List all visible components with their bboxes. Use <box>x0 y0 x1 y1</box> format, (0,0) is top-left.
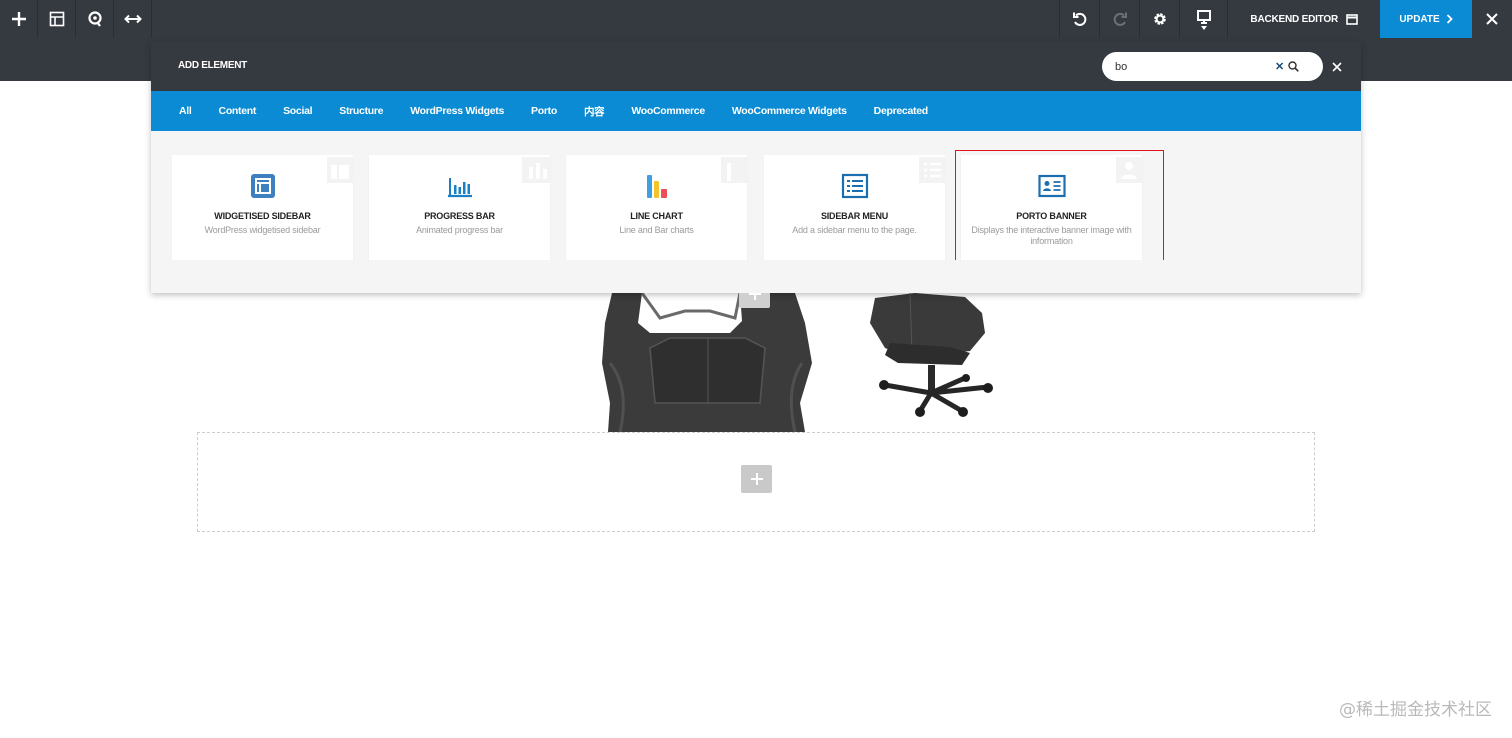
settings-button[interactable] <box>1139 0 1179 38</box>
element-card-title: SIDEBAR MENU <box>820 211 889 221</box>
desktop-icon <box>1196 9 1211 24</box>
element-card-description: Displays the interactive banner image wi… <box>971 225 1132 246</box>
close-icon <box>1332 62 1342 72</box>
seo-target-icon <box>87 11 102 27</box>
chevron-right-icon <box>1446 14 1453 24</box>
sidebar-widget-bg-icon <box>327 157 353 183</box>
window-icon <box>1346 13 1358 25</box>
close-editor-button[interactable] <box>1472 0 1512 38</box>
templates-button[interactable] <box>38 0 76 38</box>
backend-editor-button[interactable]: BACKEND EDITOR <box>1227 0 1380 38</box>
tab-neirong[interactable]: 内容 <box>584 104 605 119</box>
add-element-top-button[interactable] <box>739 280 770 308</box>
tab-all[interactable]: All <box>179 105 192 117</box>
update-label: UPDATE <box>1399 13 1440 25</box>
undo-button[interactable] <box>1059 0 1099 38</box>
tab-content[interactable]: Content <box>219 105 257 117</box>
tab-wordpress-widgets[interactable]: WordPress Widgets <box>410 105 504 117</box>
redo-button[interactable] <box>1099 0 1139 38</box>
watermark: @稀土掘金技术社区 <box>1339 700 1492 720</box>
line-chart-icon <box>646 175 667 198</box>
element-card-title: PROGRESS BAR <box>424 211 495 221</box>
sidebar-menu-icon <box>841 173 868 199</box>
tab-woocommerce[interactable]: WooCommerce <box>631 105 705 117</box>
element-card-description: Animated progress bar <box>416 225 503 235</box>
plus-icon <box>750 473 763 485</box>
element-search: ✕ <box>1102 52 1323 81</box>
element-card-porto-banner[interactable]: PORTO BANNER Displays the interactive ba… <box>961 155 1142 264</box>
tab-woocommerce-widgets[interactable]: WooCommerce Widgets <box>732 105 847 117</box>
editor-toolbar: BACKEND EDITOR UPDATE <box>0 0 1512 38</box>
caret-down-icon <box>1200 25 1207 30</box>
chair-image <box>602 293 993 433</box>
redo-icon <box>1113 12 1127 26</box>
element-card-description: WordPress widgetised sidebar <box>204 225 321 235</box>
plus-icon <box>11 12 26 26</box>
modal-header: ADD ELEMENT ✕ <box>151 42 1361 91</box>
arrows-horizontal-icon <box>123 14 142 24</box>
undo-icon <box>1072 12 1087 26</box>
tab-porto[interactable]: Porto <box>531 105 557 117</box>
sidebar-widget-icon <box>250 174 275 198</box>
update-button[interactable]: UPDATE <box>1380 0 1472 38</box>
seo-button[interactable] <box>76 0 114 38</box>
close-modal-button[interactable] <box>1332 59 1342 77</box>
category-tabs: All Content Social Structure WordPress W… <box>151 91 1361 131</box>
tab-structure[interactable]: Structure <box>339 105 383 117</box>
sidebar-menu-bg-icon <box>919 157 945 183</box>
progress-bar-icon <box>447 178 472 198</box>
add-element-inline-button[interactable] <box>741 465 772 493</box>
banner-bg-icon <box>1116 157 1142 183</box>
element-card-progress-bar[interactable]: PROGRESS BAR Animated progress bar <box>369 155 550 264</box>
element-card-title: WIDGETISED SIDEBAR <box>214 211 311 221</box>
line-chart-bg-icon <box>721 157 747 183</box>
add-element-button[interactable] <box>0 0 38 38</box>
responsive-preview-button[interactable] <box>1179 0 1227 38</box>
toolbar-right-group: BACKEND EDITOR UPDATE <box>1059 0 1512 38</box>
element-card-line-chart[interactable]: LINE CHART Line and Bar charts <box>566 155 747 264</box>
element-card-title: LINE CHART <box>630 211 683 221</box>
full-width-button[interactable] <box>114 0 152 38</box>
search-input[interactable] <box>1115 60 1275 73</box>
layout-icon <box>49 11 64 27</box>
element-card-sidebar-menu[interactable]: SIDEBAR MENU Add a sidebar menu to the p… <box>764 155 945 264</box>
element-card-description: Add a sidebar menu to the page. <box>792 225 917 235</box>
banner-icon <box>1037 174 1066 198</box>
element-card-description: Line and Bar charts <box>619 225 694 235</box>
clear-search-button[interactable]: ✕ <box>1275 60 1284 73</box>
backend-editor-label: BACKEND EDITOR <box>1250 13 1338 25</box>
search-icon <box>1288 61 1300 72</box>
close-icon <box>1486 13 1498 25</box>
progress-bar-bg-icon <box>522 157 550 183</box>
add-element-modal: ADD ELEMENT ✕ All Content Social Structu… <box>151 42 1361 293</box>
plus-icon <box>748 288 761 300</box>
gear-icon <box>1154 13 1166 25</box>
element-card-title: PORTO BANNER <box>1016 211 1087 221</box>
element-card-widgetised-sidebar[interactable]: WIDGETISED SIDEBAR WordPress widgetised … <box>172 155 353 264</box>
tab-deprecated[interactable]: Deprecated <box>874 105 929 117</box>
tab-social[interactable]: Social <box>283 105 312 117</box>
modal-title: ADD ELEMENT <box>178 60 247 71</box>
